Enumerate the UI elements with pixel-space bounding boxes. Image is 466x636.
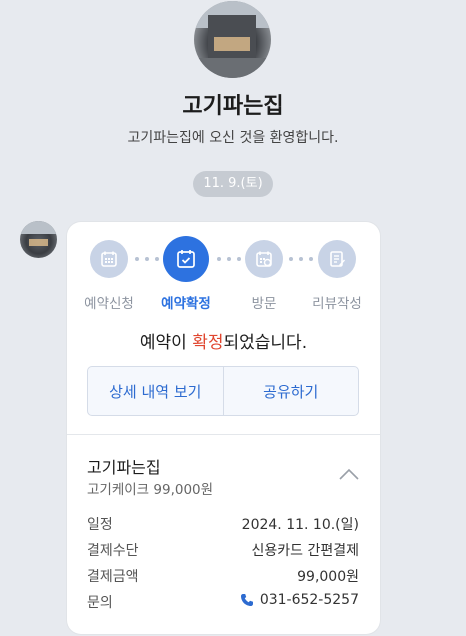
sender-avatar[interactable] [20,221,57,258]
schedule-row: 일정 2024. 11. 10.(일) [87,514,359,534]
step-write-review: 리뷰작성 [297,240,377,312]
reservation-card: 예약신청 예약확정 방문 리뷰작성 예약이 확정되었습니다. 상세 내역 보기 … [67,222,380,634]
inquiry-row: 문의 031-652-5257 [87,592,359,612]
share-button[interactable]: 공유하기 [222,367,359,415]
store-profile-photo[interactable] [194,1,271,78]
reservation-progress: 예약신청 예약확정 방문 리뷰작성 [67,236,380,320]
step-label: 방문 [251,296,277,312]
divider [67,434,380,435]
payment-amount-row: 결제금액 99,000원 [87,566,359,586]
message-prefix: 예약이 [139,333,193,353]
detail-product: 고기케이크 99,000원 [87,482,214,498]
row-label: 결제금액 [87,569,139,585]
schedule-value: 2024. 11. 10.(일) [241,517,359,533]
step-label: 예약신청 [84,296,134,312]
row-label: 문의 [87,595,113,611]
action-buttons: 상세 내역 보기 공유하기 [87,366,359,416]
payment-method-row: 결제수단 신용카드 간편결제 [87,540,359,560]
step-label: 예약확정 [161,296,211,312]
payment-method-value: 신용카드 간편결제 [251,543,360,559]
step-visit: 방문 [224,240,304,312]
row-label: 일정 [87,517,113,533]
message-highlight: 확정 [192,333,224,353]
step-reservation-confirmed: 예약확정 [146,236,226,312]
phone-icon [240,594,253,606]
chat-date-badge: 11. 9.(토) [193,171,273,197]
phone-link[interactable]: 031-652-5257 [240,592,359,608]
message-suffix: 되었습니다. [223,333,308,353]
calendar-icon [90,240,128,278]
chevron-up-icon[interactable] [338,466,360,480]
store-title: 고기파는집 [182,94,284,119]
calendar-check-icon [163,236,209,282]
view-details-button[interactable]: 상세 내역 보기 [88,367,223,415]
calendar-visit-icon [245,240,283,278]
step-reservation-request: 예약신청 [69,240,149,312]
payment-amount-value: 99,000원 [297,569,359,585]
row-label: 결제수단 [87,543,139,559]
phone-number: 031-652-5257 [259,592,359,608]
store-greeting: 고기파는집에 오신 것을 환영합니다. [127,130,339,146]
detail-store-name: 고기파는집 [87,458,161,477]
step-label: 리뷰작성 [312,296,362,312]
confirmation-message: 예약이 확정되었습니다. [67,328,380,353]
edit-note-icon [318,240,356,278]
